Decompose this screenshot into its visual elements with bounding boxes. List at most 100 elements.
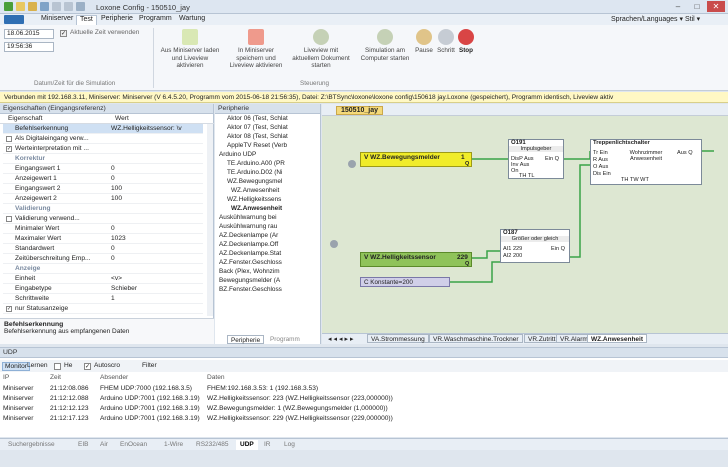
property-row[interactable]: Schrittweite 1 — [3, 294, 203, 304]
udp-log-cell: FHEM UDP:7000 (192.168.3.5) — [100, 385, 192, 392]
property-row[interactable]: ✓ nur Statusanzeige — [3, 304, 203, 314]
property-row[interactable]: Eingabetype Schieber — [3, 284, 203, 294]
bottom-tab[interactable]: RS232/485 — [192, 440, 233, 450]
step-button[interactable]: Schritt — [436, 29, 456, 55]
bottom-tab[interactable]: Log — [280, 440, 299, 450]
tree-item[interactable]: Bewegungsmelder (A — [219, 276, 299, 285]
sheet-tab[interactable]: VA.Strommessung — [367, 334, 429, 343]
property-row[interactable]: Validierung verwend... — [3, 214, 203, 224]
undo-icon[interactable] — [52, 2, 61, 11]
menu-miniserver[interactable]: Miniserver — [38, 15, 76, 22]
property-key: Anzeigewert 1 — [15, 175, 57, 182]
new-file-icon[interactable] — [16, 2, 25, 11]
property-row[interactable]: ✓ Werteinterpretation mit ... — [3, 144, 203, 154]
liveview-start-button[interactable]: Liveview mit aktuellem Dokument starten — [290, 29, 352, 70]
language-style-menu[interactable]: Sprachen/Languages ▾ Stil ▾ — [608, 15, 703, 23]
stop-button[interactable]: Stop — [456, 29, 476, 55]
program-canvas[interactable]: 150510_jay V WZ.Bewegungsmelder 1 Q V WZ… — [322, 104, 728, 344]
property-row[interactable]: Zeitüberschreitung Emp... 0 — [3, 254, 203, 264]
pause-button[interactable]: Pause — [414, 29, 434, 55]
current-time-label: Aktuelle Zeit verwenden — [70, 29, 140, 36]
learn-button[interactable]: Lernen — [27, 362, 48, 369]
tab-peripherie[interactable]: Peripherie — [227, 335, 265, 344]
autoscroll-checkbox[interactable]: ✓ — [84, 363, 91, 370]
bottom-tab[interactable]: Suchergebnisse — [4, 440, 59, 450]
properties-scrollbar[interactable] — [207, 124, 213, 316]
menu-programm[interactable]: Programm — [136, 15, 175, 22]
property-row[interactable]: Maximaler Wert 1023 — [3, 234, 203, 244]
constant-block[interactable]: C Konstante=200 — [360, 277, 450, 287]
checkbox[interactable] — [6, 216, 12, 222]
maximize-button[interactable]: □ — [688, 1, 706, 12]
property-row[interactable]: Eingangswert 1 0 — [3, 164, 203, 174]
block-treppenlichtschalter[interactable]: Treppenlichtschalter Tr Ein R Aus O Aus … — [590, 139, 702, 185]
tab-programm[interactable]: Programm — [267, 335, 303, 344]
tree-item[interactable]: TE.Arduino.A00 (PR — [227, 159, 307, 168]
tree-item[interactable]: WZ.Anwesenheit — [231, 204, 311, 213]
filter-button[interactable]: Filter — [142, 362, 157, 369]
simulation-start-button[interactable]: Simulation am Computer starten — [356, 29, 414, 62]
property-row[interactable]: Als Digitaleingang verw... — [3, 134, 203, 144]
tree-item[interactable]: AZ.Deckenlampe.Off — [219, 240, 299, 249]
time-input[interactable]: 19:56:36 — [4, 42, 54, 52]
tree-item[interactable]: WZ.Bewegungsmel — [227, 177, 307, 186]
date-input[interactable]: 18.06.2015 — [4, 29, 54, 39]
property-row[interactable]: Einheit <v> — [3, 274, 203, 284]
block-o191-impulsgeber[interactable]: O191 Impulsgeber DisP Aus Inv Aus On TH … — [508, 139, 564, 179]
menu-wartung[interactable]: Wartung — [176, 15, 208, 22]
property-row[interactable]: Eingangswert 2 100 — [3, 184, 203, 194]
bottom-tab[interactable]: 1-Wire — [160, 440, 187, 450]
tree-item[interactable]: Back (Plex, Wohnzim — [219, 267, 299, 276]
connector-dot — [330, 240, 338, 248]
save-icon[interactable] — [40, 2, 49, 11]
tree-item[interactable]: AppleTV Reset (Verb — [227, 141, 307, 150]
input-bewegungsmelder[interactable]: V WZ.Bewegungsmelder 1 Q — [360, 152, 472, 167]
tree-item[interactable]: Auskühlwarnung rau — [219, 222, 299, 231]
checkbox-checked[interactable]: ✓ — [6, 146, 12, 152]
tree-item[interactable]: Auskühlwarnung bei — [219, 213, 299, 222]
sheet-tab[interactable]: VR.Zutritt — [524, 334, 560, 343]
property-row[interactable]: Minimaler Wert 0 — [3, 224, 203, 234]
save-miniserver-button[interactable]: In Miniserver speichern und Liveview akt… — [224, 29, 288, 70]
tree-item[interactable]: AZ.Deckenlampe (Ar — [219, 231, 299, 240]
print-icon[interactable] — [76, 2, 85, 11]
block-o187-groesser-gleich[interactable]: O187 Größer oder gleich AI1 229 AI2 200 … — [500, 229, 570, 263]
tree-item[interactable]: AZ.Deckenlampe.Stat — [219, 249, 299, 258]
redo-icon[interactable] — [64, 2, 73, 11]
page-title-tab[interactable]: 150510_jay — [336, 106, 383, 115]
tree-item[interactable]: TE.Arduino.D02 (Ni — [227, 168, 307, 177]
load-miniserver-button[interactable]: Aus Miniserver laden und Liveview aktivi… — [158, 29, 222, 70]
property-row[interactable]: Standardwert 0 — [3, 244, 203, 254]
monitor-button[interactable]: Monitor — [2, 362, 30, 371]
bottom-tab[interactable]: EnOcean — [116, 440, 151, 450]
sheet-nav-arrows[interactable]: ◂◂◂▸▸ — [328, 335, 356, 343]
bottom-tab[interactable]: UDP — [236, 440, 258, 450]
sheet-tab[interactable]: VR.Waschmaschine.Trockner — [429, 334, 523, 343]
tree-item[interactable]: Aktor 08 (Test, Schlat — [227, 132, 307, 141]
property-value: 1 — [111, 295, 115, 302]
tree-item[interactable]: BZ.Fenster.Geschloss — [219, 285, 299, 294]
current-time-checkbox[interactable]: ✓ — [60, 30, 67, 37]
minimize-button[interactable]: – — [669, 1, 687, 12]
tree-item[interactable]: WZ.Anwesenheit — [231, 186, 311, 195]
tree-item[interactable]: Aktor 07 (Test, Schlat — [227, 123, 307, 132]
bottom-tab[interactable]: EIB — [74, 440, 92, 450]
property-row[interactable]: Anzeigewert 2 100 — [3, 194, 203, 204]
open-file-icon[interactable] — [28, 2, 37, 11]
property-row[interactable]: Befehlserkennung WZ.Helligkeitssensor: \v — [3, 124, 203, 134]
hex-checkbox[interactable] — [54, 363, 61, 370]
menu-peripherie[interactable]: Peripherie — [98, 15, 136, 22]
bottom-tab[interactable]: Air — [96, 440, 112, 450]
bottom-tab[interactable]: IR — [260, 440, 275, 450]
tree-item[interactable]: Arduino UDP — [219, 150, 299, 159]
property-row[interactable]: Anzeigewert 1 0 — [3, 174, 203, 184]
tree-item[interactable]: Aktor 06 (Test, Schlat — [227, 114, 307, 123]
close-button[interactable]: ✕ — [707, 1, 725, 12]
checkbox[interactable] — [6, 136, 12, 142]
app-menu-button[interactable] — [4, 15, 24, 24]
tree-item[interactable]: WZ.Helligkeitssens — [227, 195, 307, 204]
sheet-tab-active[interactable]: WZ.Anwesenheit — [587, 334, 648, 343]
checkbox-checked[interactable]: ✓ — [6, 306, 12, 312]
tree-item[interactable]: AZ.Fenster.Geschloss — [219, 258, 299, 267]
input-helligkeitssensor[interactable]: V WZ.Helligkeitssensor 229 Q — [360, 252, 472, 267]
